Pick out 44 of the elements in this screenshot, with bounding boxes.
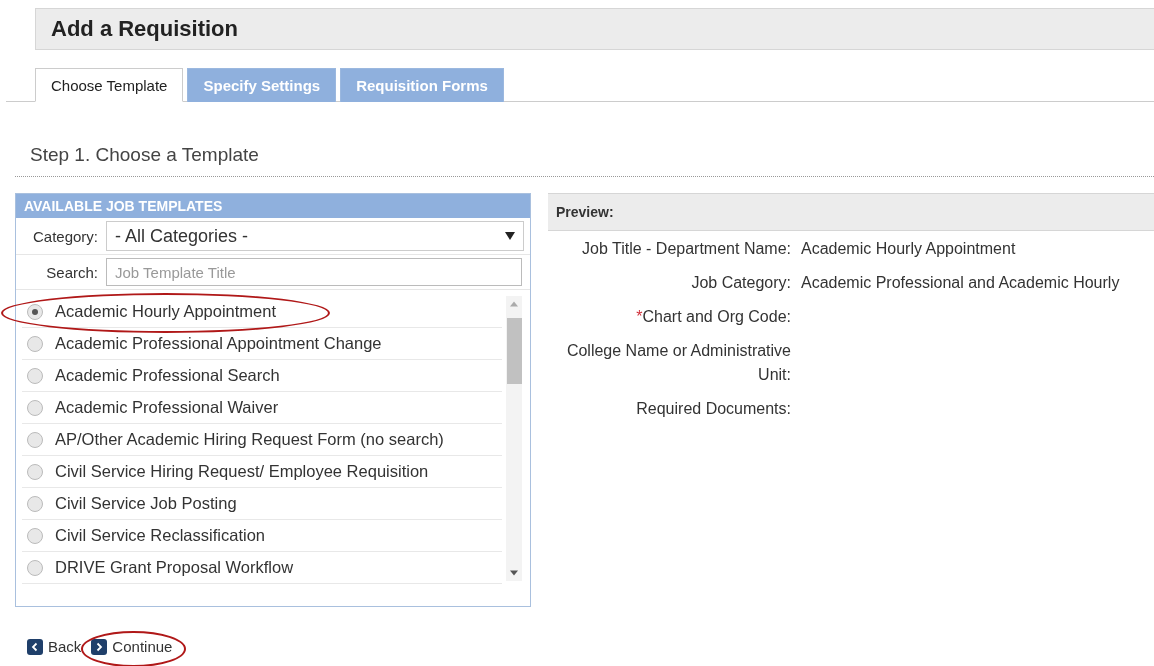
template-option[interactable]: DRIVE Grant Proposal Workflow (22, 552, 502, 584)
dropdown-arrow-icon (505, 231, 515, 241)
field-value: Academic Hourly Appointment (801, 239, 1017, 259)
radio-button[interactable] (27, 463, 43, 480)
scrollbar-thumb[interactable] (507, 318, 522, 384)
continue-button[interactable]: Continue (89, 638, 175, 655)
page-title: Add a Requisition (35, 8, 1154, 50)
template-option[interactable]: Academic Professional Search (22, 360, 502, 392)
required-asterisk: * (636, 308, 643, 325)
radio-button[interactable] (27, 303, 43, 320)
field-label: Job Title - Department Name: (581, 239, 791, 259)
chevron-left-icon (27, 638, 43, 655)
field-label: Job Category: (690, 273, 791, 293)
scroll-up-icon[interactable] (510, 300, 518, 308)
template-option[interactable]: Civil Service Hiring Request/ Employee Requisition (22, 456, 502, 488)
chevron-right-icon (91, 638, 108, 655)
radio-button[interactable] (27, 527, 43, 544)
category-dropdown[interactable]: - All Categories - (106, 221, 524, 251)
field-label: *Chart and Org Code: (635, 307, 791, 327)
field-label: College Name or Administrative Unit: (565, 341, 791, 385)
panel-title: AVAILABLE JOB TEMPLATES (16, 194, 530, 218)
template-option[interactable]: Academic Professional Appointment Change (22, 328, 502, 360)
scroll-down-icon[interactable] (510, 569, 518, 577)
back-button[interactable]: Back (25, 638, 84, 655)
field-value: Academic Professional and Academic Hourly (801, 273, 1121, 293)
radio-button[interactable] (27, 367, 43, 384)
radio-button[interactable] (27, 335, 43, 352)
step-heading: Step 1. Choose a Template (30, 144, 260, 166)
template-option[interactable]: Academic Professional Waiver (22, 392, 502, 424)
tab[interactable]: Choose Template (35, 68, 184, 102)
template-option[interactable]: Civil Service Reclassification (22, 520, 502, 552)
field-label: Required Documents: (635, 399, 791, 419)
template-option[interactable]: Academic Hourly Appointment (22, 296, 502, 328)
radio-button[interactable] (27, 431, 43, 448)
radio-button[interactable] (27, 559, 43, 576)
category-label: Category: (31, 227, 98, 245)
template-option[interactable]: Civil Service Job Posting (22, 488, 502, 520)
search-field[interactable]: Job Template Title (106, 258, 522, 286)
scrollbar[interactable] (506, 296, 522, 581)
template-option[interactable]: AP/Other Academic Hiring Request Form (no search) (22, 424, 502, 456)
radio-button[interactable] (27, 495, 43, 512)
radio-button[interactable] (27, 399, 43, 416)
preview-title: Preview: (548, 193, 1154, 231)
search-label: Search: (45, 263, 98, 281)
